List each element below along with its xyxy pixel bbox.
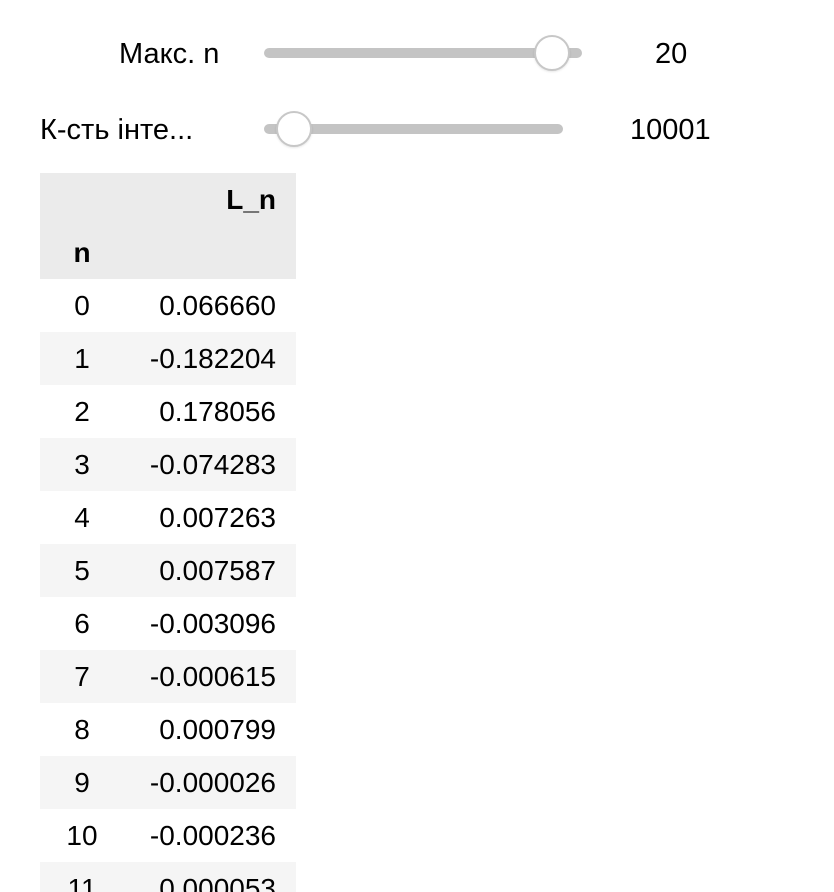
row-index-cell: 0 [74,290,90,321]
row-value-cell: 0.000053 [159,873,276,892]
row-value-cell: -0.074283 [149,449,276,480]
header-row-index: n [40,226,296,279]
results-table: L_n n 0 0.066660 1 -0.182204 2 0.178056 3 -0… [40,173,296,892]
table-row: 11 0.000053 [40,862,296,892]
row-index-cell: 11 [67,873,97,892]
index-header-n: n [73,237,91,268]
header-empty-cell [124,226,296,279]
row-index-cell: 9 [74,767,90,798]
row-index-cell: 1 [74,343,90,374]
table-row: 0 0.066660 [40,279,296,332]
row-index-cell: 4 [74,502,90,533]
row-value-cell: -0.182204 [149,343,276,374]
row-index-cell: 2 [74,396,90,427]
results-table-container: L_n n 0 0.066660 1 -0.182204 2 0.178056 3 -0… [40,173,296,892]
row-value-cell: 0.000799 [159,714,276,745]
row-value-cell: -0.003096 [149,608,276,639]
row-value-cell: 0.178056 [159,396,276,427]
intervals-value-readout: 10001 [630,114,711,146]
table-row: 6 -0.003096 [40,597,296,650]
row-index-cell: 7 [74,661,90,692]
column-header-l-n: L_n [226,184,276,215]
table-row: 7 -0.000615 [40,650,296,703]
table-row: 3 -0.074283 [40,438,296,491]
table-row: 8 0.000799 [40,703,296,756]
table-row: 1 -0.182204 [40,332,296,385]
header-row-columns: L_n [40,173,296,226]
row-index-cell: 5 [74,555,90,586]
table-row: 5 0.007587 [40,544,296,597]
intervals-slider-handle[interactable] [276,111,312,147]
table-row: 9 -0.000026 [40,756,296,809]
row-index-cell: 8 [74,714,90,745]
row-value-cell: -0.000236 [149,820,276,851]
row-value-cell: 0.007587 [159,555,276,586]
row-index-cell: 3 [74,449,90,480]
table-row: 2 0.178056 [40,385,296,438]
table-row: 4 0.007263 [40,491,296,544]
row-index-cell: 10 [66,820,98,851]
header-corner-cell [40,173,124,226]
row-value-cell: -0.000026 [149,767,276,798]
row-index-cell: 6 [74,608,90,639]
intervals-label: К-сть інте... [40,114,194,146]
row-value-cell: 0.066660 [159,290,276,321]
row-value-cell: 0.007263 [159,502,276,533]
intervals-slider-row: К-сть інте... 10001 [0,0,834,147]
table-row: 10 -0.000236 [40,809,296,862]
widget-output-area: Макс. n 20 К-сть інте... 10001 L_n n 0 0… [0,0,834,892]
row-value-cell: -0.000615 [149,661,276,692]
